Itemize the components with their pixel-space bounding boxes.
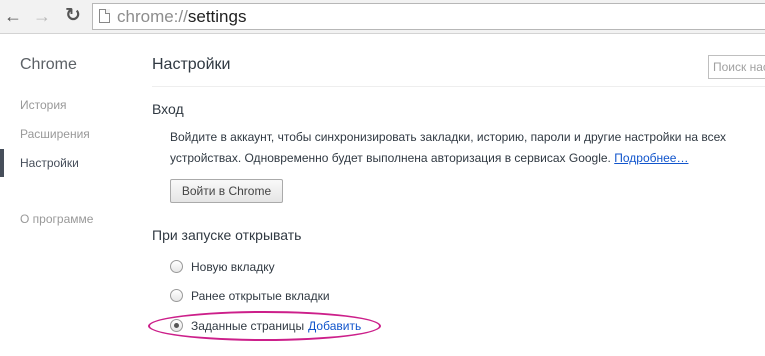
reload-icon[interactable]: ↻ xyxy=(62,6,84,26)
startup-heading: При запуске открывать xyxy=(152,227,302,243)
browser-toolbar: ← → ↻ chrome://settings xyxy=(0,0,765,34)
highlight-annotation xyxy=(148,311,381,341)
radio-button[interactable] xyxy=(170,289,183,302)
sidebar-active-indicator xyxy=(0,149,4,177)
sidebar-item-about[interactable]: О программе xyxy=(20,212,93,226)
page-icon xyxy=(99,9,110,23)
url-text[interactable]: chrome://settings xyxy=(117,7,246,27)
signin-button[interactable]: Войти в Chrome xyxy=(170,179,283,203)
sidebar-item-extensions[interactable]: Расширения xyxy=(20,127,90,141)
sidebar-brand: Chrome xyxy=(20,56,77,73)
startup-option-new-tab[interactable]: Новую вкладку xyxy=(170,259,275,277)
arrow-right-icon[interactable]: → xyxy=(31,6,53,26)
url-scheme: chrome:// xyxy=(117,7,188,26)
url-host: settings xyxy=(187,7,247,26)
settings-search-input[interactable]: Поиск настроек xyxy=(708,55,765,79)
sidebar-item-settings[interactable]: Настройки xyxy=(20,156,79,170)
page-title: Настройки xyxy=(152,56,231,73)
radio-button[interactable] xyxy=(170,260,183,273)
startup-option-continue[interactable]: Ранее открытые вкладки xyxy=(170,288,330,306)
option-label: Ранее открытые вкладки xyxy=(191,289,330,303)
learn-more-link[interactable]: Подробнее… xyxy=(614,151,688,165)
arrow-left-icon[interactable]: ← xyxy=(2,6,24,26)
title-divider xyxy=(152,86,765,87)
address-bar[interactable]: chrome://settings xyxy=(92,3,765,30)
signin-heading: Вход xyxy=(152,101,184,117)
sidebar-item-history[interactable]: История xyxy=(20,98,67,112)
signin-description: Войдите в аккаунт, чтобы синхронизироват… xyxy=(170,127,760,169)
option-label: Новую вкладку xyxy=(191,260,275,274)
